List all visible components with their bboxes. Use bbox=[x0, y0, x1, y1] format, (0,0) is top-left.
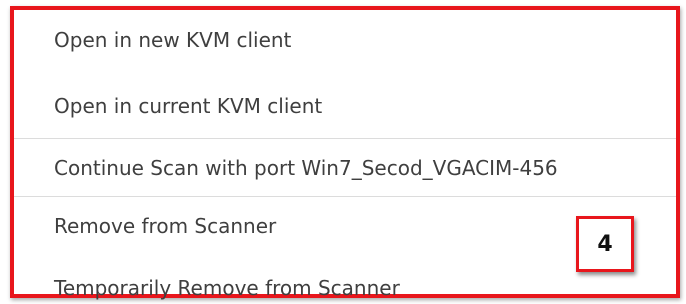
menu-divider bbox=[14, 138, 676, 139]
menu-item-open-current-kvm[interactable]: Open in current KVM client bbox=[14, 94, 676, 118]
callout-badge: 4 bbox=[576, 216, 634, 272]
menu-item-temporarily-remove[interactable]: Temporarily Remove from Scanner bbox=[14, 276, 676, 300]
menu-item-open-new-kvm[interactable]: Open in new KVM client bbox=[14, 28, 676, 52]
screenshot-frame: Open in new KVM client Open in current K… bbox=[0, 0, 686, 304]
menu-divider bbox=[14, 196, 676, 197]
menu-item-continue-scan[interactable]: Continue Scan with port Win7_Secod_VGACI… bbox=[14, 156, 676, 180]
